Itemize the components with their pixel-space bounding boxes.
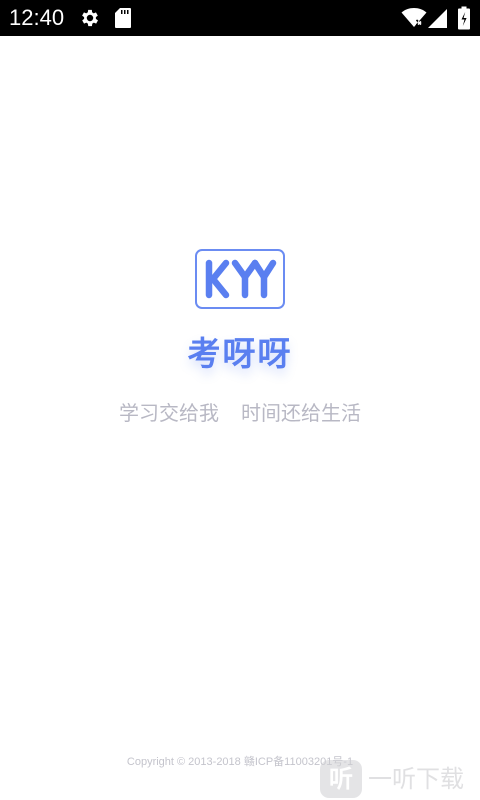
- splash-screen: 12:40 考呀呀 学习交给我 时间还给生活 Copyright © 2013-…: [0, 0, 480, 800]
- watermark: 听 一听下载: [320, 758, 480, 800]
- status-bar: 12:40: [0, 0, 480, 36]
- app-name: 考呀呀: [187, 334, 293, 373]
- signal-icon: [428, 9, 447, 28]
- app-logo: [195, 249, 285, 309]
- battery-icon: [458, 6, 470, 30]
- slogan: 学习交给我 时间还给生活: [40, 400, 440, 426]
- wifi-icon: [401, 8, 427, 27]
- sdcard-icon: [115, 8, 131, 28]
- slogan-part-2: 时间还给生活: [241, 401, 361, 425]
- watermark-logo-icon: 听: [320, 760, 362, 798]
- gear-icon: [82, 9, 98, 27]
- status-time: 12:40: [9, 5, 65, 30]
- slogan-part-1: 学习交给我: [119, 401, 219, 425]
- watermark-text: 一听下载: [368, 765, 464, 793]
